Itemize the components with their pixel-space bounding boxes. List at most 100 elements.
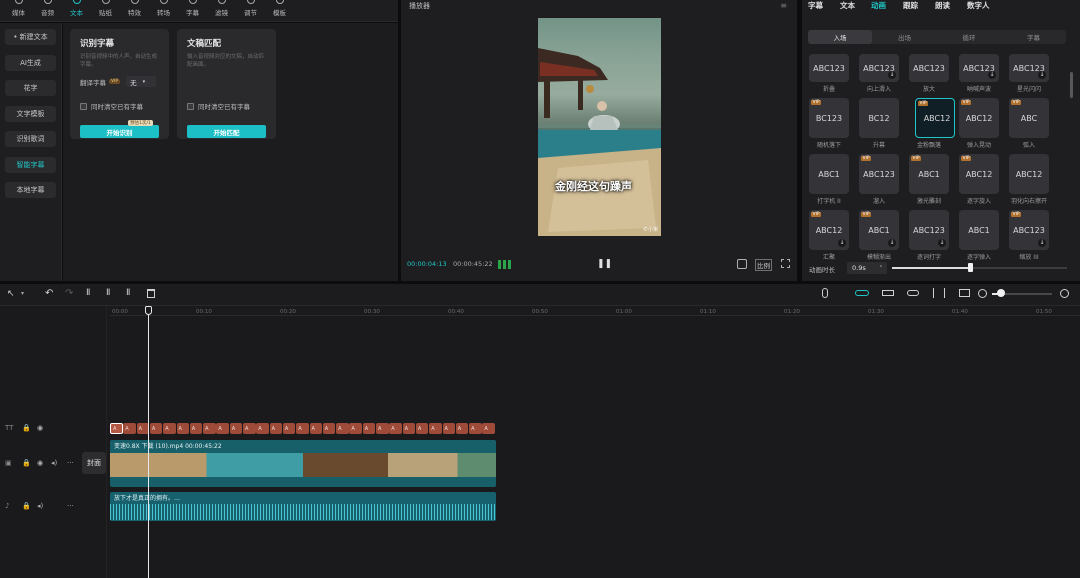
video-preview[interactable]: 金刚经这句躁声 ©小米 — [538, 18, 661, 236]
nav-item[interactable]: AI生成 — [5, 54, 56, 71]
link-icon[interactable] — [907, 290, 919, 296]
text-clip[interactable]: A — [256, 423, 269, 434]
panel-tab[interactable]: 字幕 — [808, 0, 823, 11]
animation-subtab[interactable]: 出场 — [873, 30, 937, 44]
preview-axis-icon[interactable] — [933, 288, 945, 298]
download-icon[interactable]: ↓ — [888, 239, 896, 247]
trim-left-icon[interactable]: Ⅱ — [106, 288, 110, 298]
animation-preset-tile[interactable]: BC123 VIP — [809, 98, 849, 138]
tab-text[interactable]: 文本 — [62, 0, 91, 22]
duration-stepper[interactable]: 0.9s ⌃ — [847, 262, 887, 274]
animation-preset-tile[interactable]: ABC12 VIP — [915, 98, 955, 138]
screen-icon[interactable] — [959, 289, 970, 297]
auto-snap-icon[interactable] — [882, 290, 894, 296]
animation-preset-tile[interactable]: ABC123 ↓ — [1009, 54, 1049, 82]
panel-tab[interactable]: 文本 — [840, 0, 855, 11]
panel-tab[interactable]: 跟踪 — [903, 0, 918, 11]
tab-sticker[interactable]: 贴纸 — [91, 0, 120, 22]
duration-slider-handle[interactable] — [968, 263, 973, 272]
video-clip[interactable]: 变速0.8X 下载 (10).mp4 00:00:45:22 — [110, 440, 496, 487]
chevron-down-icon[interactable]: ▾ — [21, 290, 24, 297]
animation-preset-tile[interactable]: ABC123 — [809, 54, 849, 82]
text-clip[interactable]: A — [402, 423, 416, 434]
nav-item[interactable]: • 新建文本 — [5, 29, 56, 45]
download-icon[interactable]: ↓ — [838, 239, 846, 247]
start-recognize-button[interactable]: 开始识别 — [80, 125, 159, 138]
more-icon[interactable]: ··· — [67, 459, 74, 467]
undo-icon[interactable]: ↶ — [45, 288, 53, 299]
text-clip[interactable]: A — [229, 423, 243, 434]
animation-preset-tile[interactable]: ABC123 VIP ↓ — [1009, 210, 1049, 250]
text-clip[interactable]: A — [243, 423, 256, 434]
text-clip[interactable]: A — [189, 423, 203, 434]
text-clip[interactable]: A — [110, 423, 123, 434]
text-clip[interactable]: A — [376, 423, 389, 434]
text-clip[interactable]: A — [309, 423, 322, 434]
tab-audio[interactable]: 音频 — [33, 0, 62, 22]
panel-tab[interactable]: 朗读 — [935, 0, 950, 11]
speaker-icon[interactable]: ◂) — [37, 502, 43, 510]
text-clip[interactable]: A — [415, 423, 429, 434]
clear-existing-row[interactable]: 同时清空已有字幕 — [80, 101, 159, 111]
text-clip[interactable]: A — [362, 423, 376, 434]
cover-button[interactable]: 封面 — [82, 452, 106, 474]
speaker-icon[interactable]: ◂) — [51, 459, 57, 467]
text-clip[interactable]: A — [482, 423, 495, 434]
text-clip[interactable]: A — [269, 423, 283, 434]
expand-icon[interactable] — [781, 259, 790, 268]
tab-effects[interactable]: 特效 — [120, 0, 149, 22]
microphone-icon[interactable] — [822, 288, 828, 298]
clear-existing-checkbox[interactable] — [80, 102, 87, 110]
text-clip[interactable]: A — [442, 423, 455, 434]
zoom-slider-handle[interactable] — [997, 289, 1005, 297]
text-clip[interactable]: A — [163, 423, 176, 434]
text-clip[interactable]: A — [469, 423, 482, 434]
fullscreen-preview-icon[interactable] — [737, 259, 747, 269]
tab-caption[interactable]: 字幕 — [178, 0, 207, 22]
text-clip[interactable]: A — [282, 423, 296, 434]
text-clip[interactable]: A — [336, 423, 349, 434]
tab-filter[interactable]: 滤镜 — [207, 0, 236, 22]
eye-icon[interactable]: ◉ — [37, 459, 43, 467]
download-icon[interactable]: ↓ — [888, 71, 896, 79]
playhead-handle[interactable] — [145, 306, 152, 315]
download-icon[interactable]: ↓ — [1038, 71, 1046, 79]
animation-preset-tile[interactable]: ABC12 VIP — [959, 98, 999, 138]
animation-preset-tile[interactable]: ABC123 ↓ — [859, 54, 899, 82]
ratio-button[interactable]: 比例 — [755, 259, 772, 271]
animation-preset-tile[interactable]: ABC12 — [1009, 154, 1049, 194]
nav-item[interactable]: 识别歌词 — [5, 131, 56, 147]
animation-preset-tile[interactable]: ABC VIP — [1009, 98, 1049, 138]
translate-select[interactable]: 无 ▾ — [126, 76, 157, 87]
panel-tab[interactable]: 动画 — [871, 0, 886, 11]
scrollbar[interactable] — [1070, 72, 1073, 98]
download-icon[interactable]: ↓ — [1038, 239, 1046, 247]
animation-preset-tile[interactable]: ABC12 VIP ↓ — [809, 210, 849, 250]
nav-item[interactable]: 本地字幕 — [5, 182, 56, 198]
animation-subtab[interactable]: 字幕 — [1002, 30, 1066, 44]
zoom-out-icon[interactable] — [978, 289, 987, 298]
text-clip[interactable]: A — [389, 423, 402, 434]
nav-item[interactable]: 智能字幕 — [5, 156, 56, 173]
animation-subtab[interactable]: 循环 — [937, 30, 1001, 44]
match-clear-row[interactable]: 同时清空已有字幕 — [187, 101, 266, 111]
select-tool-icon[interactable]: ↖ — [7, 289, 15, 299]
eye-icon[interactable]: ◉ — [37, 424, 43, 432]
text-track[interactable]: AAAAAAAAAAAAAAAAAAAAAAAAAAAAA — [110, 423, 496, 435]
menu-icon[interactable]: ≡ — [780, 1, 787, 10]
text-clip[interactable]: A — [296, 423, 309, 434]
lock-icon[interactable]: 🔒 — [22, 424, 31, 432]
text-clip[interactable]: A — [203, 423, 216, 434]
trim-right-icon[interactable]: Ⅱ — [126, 288, 130, 298]
animation-preset-tile[interactable]: ABC123 — [909, 54, 949, 82]
zoom-in-icon[interactable] — [1060, 289, 1069, 298]
text-clip[interactable]: A — [322, 423, 336, 434]
pause-icon[interactable]: ❚❚ — [597, 259, 612, 269]
nav-item[interactable]: 文字模板 — [5, 105, 56, 122]
redo-icon[interactable]: ↷ — [65, 288, 73, 299]
panel-tab[interactable]: 数字人 — [967, 0, 990, 11]
animation-preset-tile[interactable]: ABC1 VIP — [909, 154, 949, 194]
animation-preset-tile[interactable]: ABC12 VIP — [959, 154, 999, 194]
start-match-button[interactable]: 开始匹配 — [187, 125, 266, 138]
text-clip[interactable]: A — [349, 423, 362, 434]
